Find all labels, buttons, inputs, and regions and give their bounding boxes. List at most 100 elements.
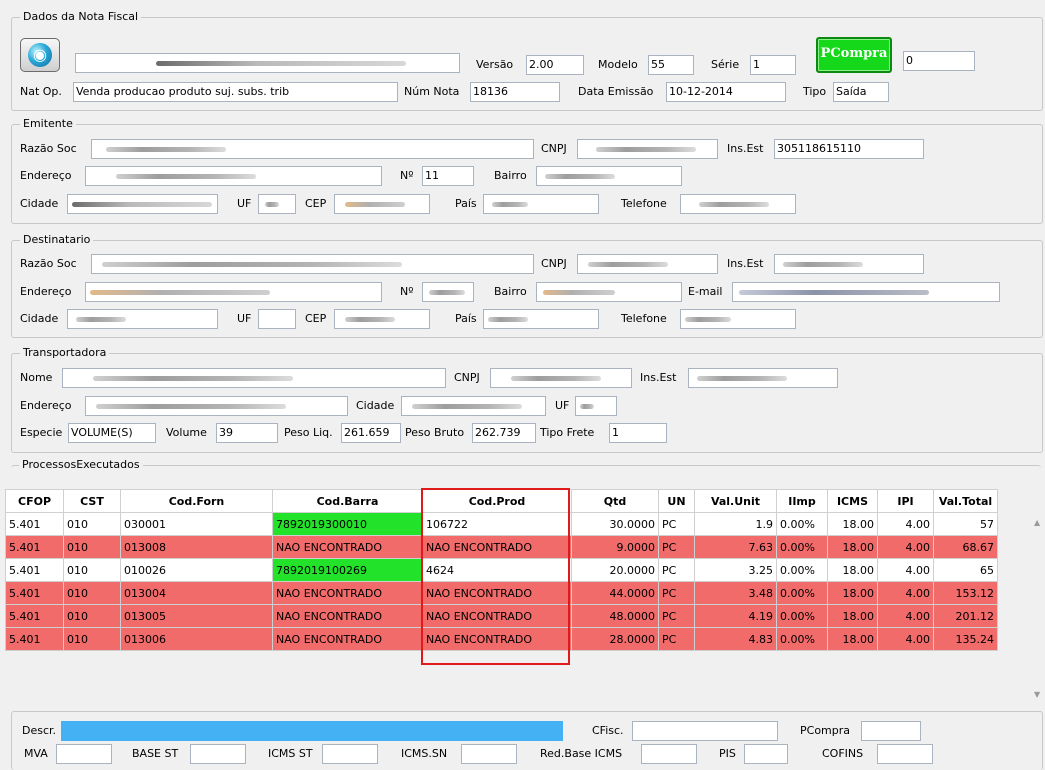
transp-cnpj-field[interactable] — [490, 368, 632, 388]
col-header-cfop[interactable]: CFOP — [5, 489, 64, 513]
cell-icms[interactable]: 18.00 — [827, 604, 878, 628]
scroll-up-icon[interactable]: ▲ — [1034, 518, 1040, 527]
col-header-valunit[interactable]: Val.Unit — [694, 489, 777, 513]
emit-endereco-field[interactable] — [85, 166, 382, 186]
cell-qtd[interactable]: 30.0000 — [571, 512, 659, 536]
tipo-field[interactable]: Saída — [833, 82, 889, 102]
col-header-codbarra[interactable]: Cod.Barra — [272, 489, 423, 513]
cell-valtotal[interactable]: 135.24 — [933, 627, 998, 651]
cell-codforn[interactable]: 030001 — [120, 512, 273, 536]
emit-insest-field[interactable]: 305118615110 — [774, 139, 924, 159]
emit-uf-field[interactable] — [258, 194, 296, 214]
cell-qtd[interactable]: 48.0000 — [571, 604, 659, 628]
col-header-cst[interactable]: CST — [63, 489, 121, 513]
cell-codforn[interactable]: 010026 — [120, 558, 273, 582]
natop-field[interactable]: Venda producao produto suj. subs. trib — [73, 82, 398, 102]
cell-cfop[interactable]: 5.401 — [5, 604, 64, 628]
col-header-icms[interactable]: ICMS — [827, 489, 878, 513]
cell-codbarra[interactable]: NAO ENCONTRADO — [272, 535, 423, 559]
logo-button[interactable]: ◉ — [20, 38, 60, 72]
mva-field[interactable] — [56, 744, 112, 764]
cell-iimp[interactable]: 0.00% — [776, 558, 828, 582]
cell-qtd[interactable]: 28.0000 — [571, 627, 659, 651]
cell-ipi[interactable]: 4.00 — [877, 535, 934, 559]
cell-icms[interactable]: 18.00 — [827, 512, 878, 536]
pis-field[interactable] — [744, 744, 788, 764]
cell-valunit[interactable]: 3.48 — [694, 581, 777, 605]
col-header-codprod[interactable]: Cod.Prod — [422, 489, 572, 513]
cell-valunit[interactable]: 3.25 — [694, 558, 777, 582]
cell-ipi[interactable]: 4.00 — [877, 558, 934, 582]
cell-codprod[interactable]: NAO ENCONTRADO — [422, 604, 572, 628]
cell-un[interactable]: PC — [658, 604, 695, 628]
dest-uf-field[interactable] — [258, 309, 296, 329]
emit-cnpj-field[interactable] — [577, 139, 718, 159]
transp-pesoliq-field[interactable]: 261.659 — [341, 423, 401, 443]
cell-cst[interactable]: 010 — [63, 558, 121, 582]
dest-email-field[interactable] — [732, 282, 1000, 302]
cofins-field[interactable] — [877, 744, 933, 764]
dest-razao-field[interactable] — [91, 254, 534, 274]
transp-pesobruto-field[interactable]: 262.739 — [472, 423, 536, 443]
icmsst-field[interactable] — [322, 744, 378, 764]
table-row[interactable]: 5.401 010 013004 NAO ENCONTRADO NAO ENCONTRA… — [5, 581, 998, 605]
emit-cep-field[interactable] — [334, 194, 430, 214]
dest-insest-field[interactable] — [774, 254, 924, 274]
cell-icms[interactable]: 18.00 — [827, 535, 878, 559]
cell-un[interactable]: PC — [658, 558, 695, 582]
cell-codforn[interactable]: 013008 — [120, 535, 273, 559]
dest-bairro-field[interactable] — [536, 282, 682, 302]
serie-field[interactable]: 1 — [750, 55, 796, 75]
cell-cst[interactable]: 010 — [63, 535, 121, 559]
pcompra-button[interactable]: PCompra — [816, 37, 892, 73]
dest-numero-field[interactable] — [422, 282, 474, 302]
cell-codbarra[interactable]: NAO ENCONTRADO — [272, 627, 423, 651]
col-header-qtd[interactable]: Qtd — [571, 489, 659, 513]
cell-codprod[interactable]: NAO ENCONTRADO — [422, 535, 572, 559]
cell-codbarra[interactable]: NAO ENCONTRADO — [272, 604, 423, 628]
cell-qtd[interactable]: 20.0000 — [571, 558, 659, 582]
dest-endereco-field[interactable] — [85, 282, 382, 302]
cell-iimp[interactable]: 0.00% — [776, 535, 828, 559]
dest-telefone-field[interactable] — [680, 309, 796, 329]
table-row[interactable]: 5.401 010 013006 NAO ENCONTRADO NAO ENCONTRA… — [5, 627, 998, 651]
table-row[interactable]: 5.401 010 013008 NAO ENCONTRADO NAO ENCONTRA… — [5, 535, 998, 559]
cell-codbarra[interactable]: 7892019100269 — [272, 558, 423, 582]
transp-volume-field[interactable]: 39 — [216, 423, 278, 443]
table-row[interactable]: 5.401 010 013005 NAO ENCONTRADO NAO ENCONTRA… — [5, 604, 998, 628]
transp-tipofrete-field[interactable]: 1 — [609, 423, 667, 443]
transp-especie-field[interactable]: VOLUME(S) — [68, 423, 156, 443]
cell-codforn[interactable]: 013005 — [120, 604, 273, 628]
cell-codbarra[interactable]: NAO ENCONTRADO — [272, 581, 423, 605]
cell-icms[interactable]: 18.00 — [827, 581, 878, 605]
cell-qtd[interactable]: 44.0000 — [571, 581, 659, 605]
table-row[interactable]: 5.401 010 030001 7892019300010 106722 30.0000… — [5, 512, 998, 536]
cfisc-field[interactable] — [632, 721, 778, 741]
cell-cfop[interactable]: 5.401 — [5, 535, 64, 559]
grid-scrollbar[interactable]: ▲ ▼ — [1031, 512, 1045, 702]
dest-cidade-field[interactable] — [67, 309, 218, 329]
table-row[interactable]: 5.401 010 010026 7892019100269 4624 20.0000 PC… — [5, 558, 998, 582]
detalhe-pcompra-field[interactable] — [861, 721, 921, 741]
cell-icms[interactable]: 18.00 — [827, 627, 878, 651]
cell-iimp[interactable]: 0.00% — [776, 512, 828, 536]
cell-icms[interactable]: 18.00 — [827, 558, 878, 582]
descr-field[interactable] — [61, 721, 563, 741]
cell-un[interactable]: PC — [658, 581, 695, 605]
cell-cfop[interactable]: 5.401 — [5, 581, 64, 605]
cell-codbarra[interactable]: 7892019300010 — [272, 512, 423, 536]
cell-ipi[interactable]: 4.00 — [877, 627, 934, 651]
scroll-down-icon[interactable]: ▼ — [1034, 690, 1040, 699]
cell-valtotal[interactable]: 65 — [933, 558, 998, 582]
emit-bairro-field[interactable] — [536, 166, 682, 186]
cell-valtotal[interactable]: 57 — [933, 512, 998, 536]
cell-ipi[interactable]: 4.00 — [877, 581, 934, 605]
cell-valtotal[interactable]: 68.67 — [933, 535, 998, 559]
cell-codforn[interactable]: 013006 — [120, 627, 273, 651]
cell-valunit[interactable]: 1.9 — [694, 512, 777, 536]
dest-cep-field[interactable] — [334, 309, 430, 329]
cell-cfop[interactable]: 5.401 — [5, 512, 64, 536]
emit-telefone-field[interactable] — [680, 194, 796, 214]
cell-un[interactable]: PC — [658, 512, 695, 536]
versao-field[interactable]: 2.00 — [526, 55, 584, 75]
